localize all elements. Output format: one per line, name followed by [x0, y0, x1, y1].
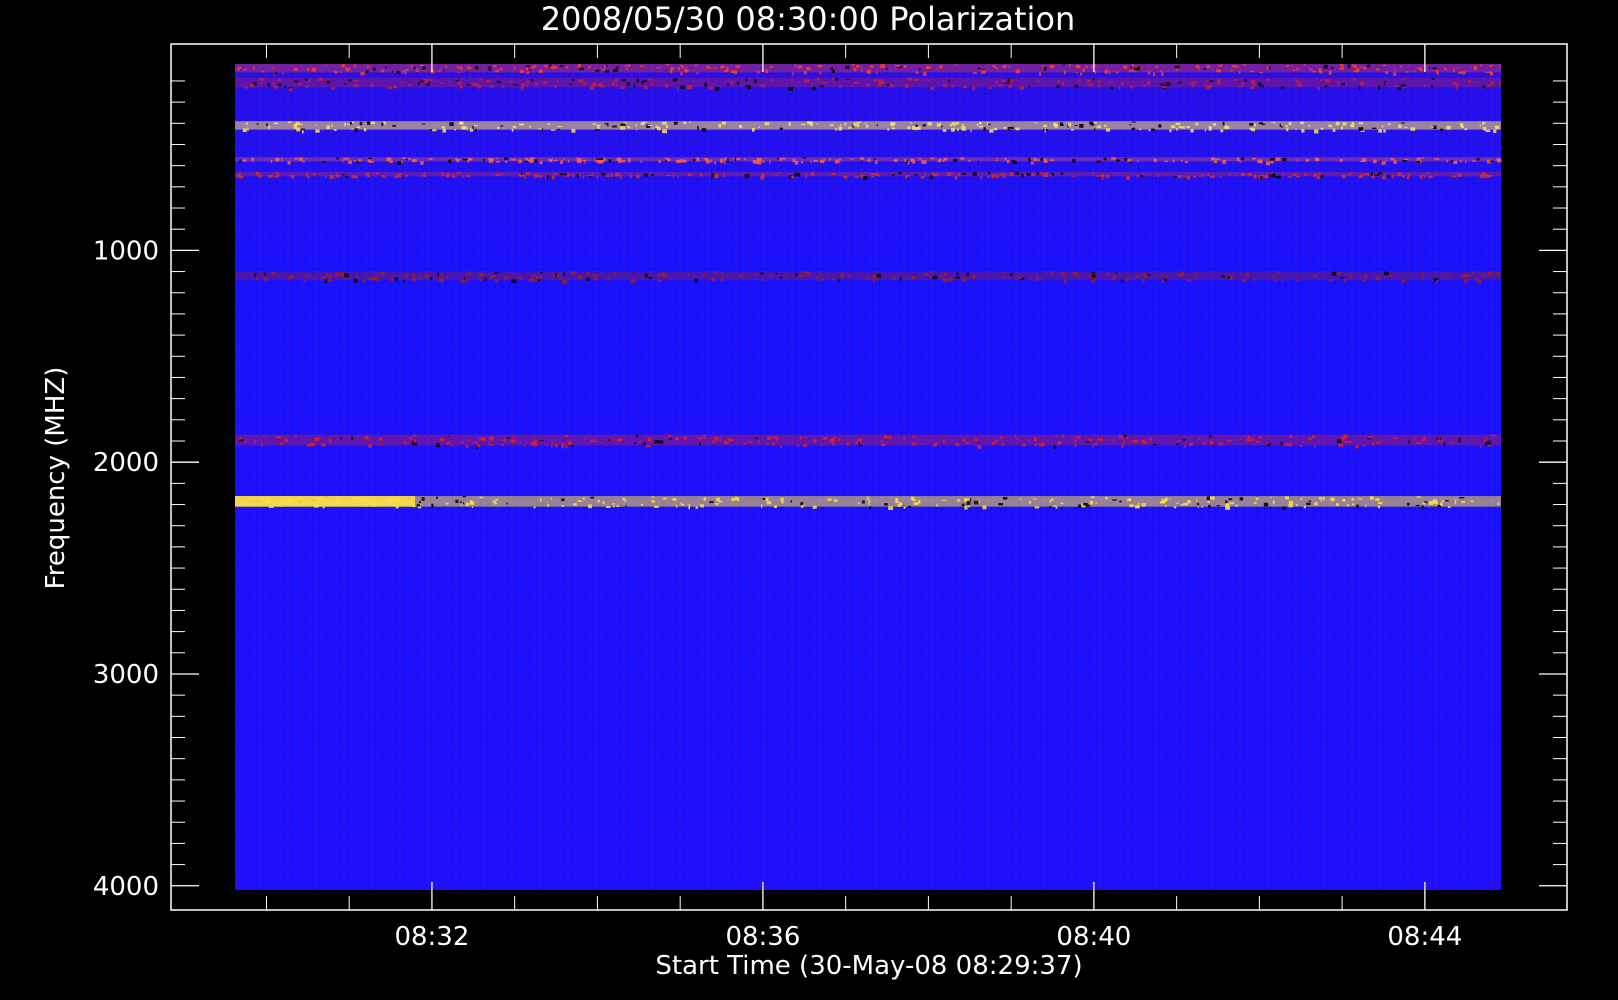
x-tick-label: 08:40 [1056, 922, 1131, 952]
chart-title: 2008/05/30 08:30:00 Polarization [541, 0, 1075, 38]
x-axis-label: Start Time (30-May-08 08:29:37) [655, 951, 1082, 981]
y-axis-label: Frequency (MHZ) [41, 367, 71, 590]
y-tick-label: 2000 [93, 448, 159, 478]
x-tick-label: 08:44 [1387, 922, 1462, 952]
y-tick-label: 1000 [93, 236, 159, 266]
spectrogram-noise-texture [235, 64, 1501, 890]
y-tick-label: 4000 [93, 872, 159, 902]
spectrogram-chart: 2008/05/30 08:30:00 Polarization 1000 200… [41, 0, 1568, 981]
x-tick-label: 08:36 [725, 922, 800, 952]
x-tick-label: 08:32 [394, 922, 469, 952]
y-tick-label: 3000 [93, 660, 159, 690]
band-bright-start [235, 496, 415, 507]
